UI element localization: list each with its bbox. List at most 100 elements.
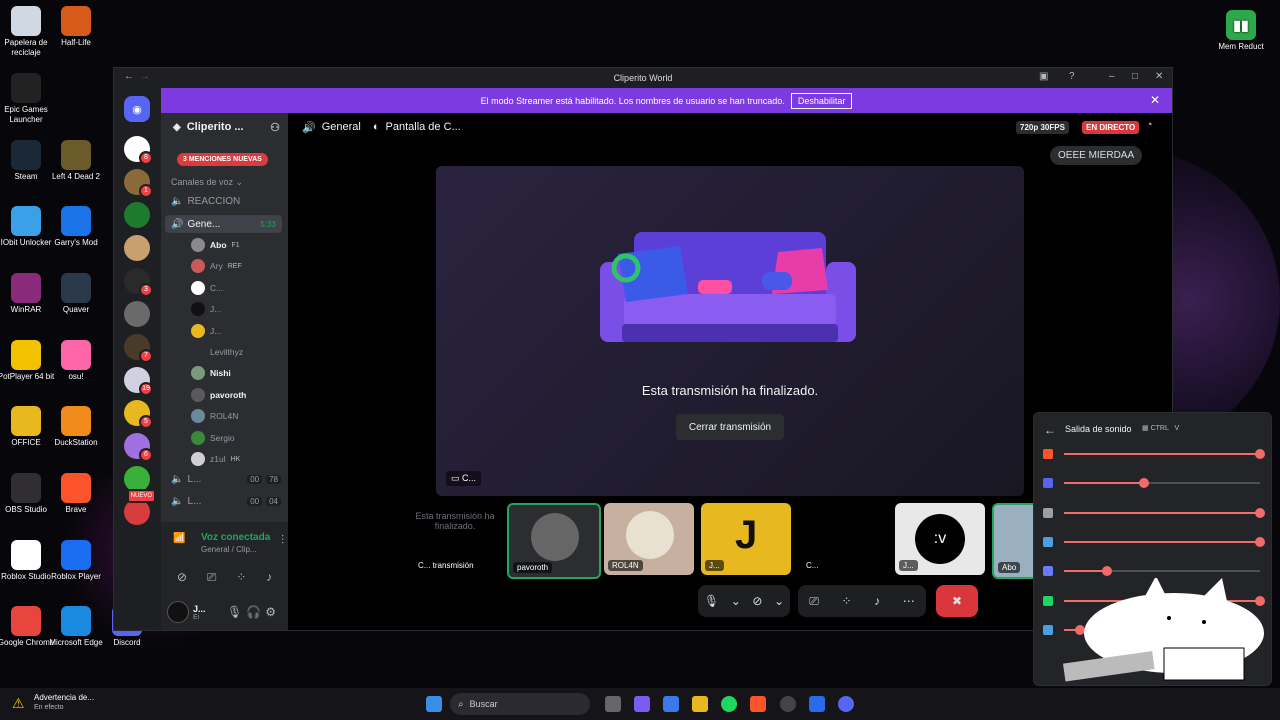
- volume-knob[interactable]: [1255, 449, 1265, 459]
- file-explorer-icon[interactable]: [692, 696, 708, 712]
- server-icon[interactable]: 6: [124, 433, 153, 462]
- screen-share-icon[interactable]: ⎚: [207, 570, 217, 590]
- server-icon[interactable]: 1: [124, 169, 153, 198]
- microphone-icon[interactable]: 🎙: [704, 594, 719, 608]
- server-icon[interactable]: [124, 202, 150, 228]
- volume-slider[interactable]: [1064, 449, 1265, 459]
- server-icon[interactable]: 7: [124, 334, 153, 363]
- desktop-icon[interactable]: Left 4 Dead 2: [47, 140, 105, 182]
- voice-user[interactable]: z1ul HK: [191, 450, 281, 468]
- server-icon[interactable]: [124, 235, 150, 261]
- server-icon[interactable]: [124, 301, 150, 327]
- server-icon[interactable]: 3: [124, 268, 153, 297]
- volume-slider[interactable]: [1064, 536, 1265, 547]
- call-channel-name[interactable]: General: [322, 121, 361, 133]
- voice-user[interactable]: Ary REF: [191, 257, 281, 275]
- spotify-icon[interactable]: [721, 696, 737, 712]
- avatar[interactable]: [167, 601, 189, 623]
- voice-channel[interactable]: 🔈 L... 00 04: [171, 496, 281, 507]
- voice-channel[interactable]: 🔈 L... 00 78: [171, 474, 281, 485]
- desktop-icon[interactable]: Garry's Mod: [47, 206, 105, 248]
- server-icon[interactable]: NUEVO: [124, 489, 156, 525]
- voice-user[interactable]: J...: [191, 300, 281, 318]
- desktop-icon[interactable]: Epic Games Launcher: [0, 73, 55, 125]
- viewers-icon[interactable]: ◔: [1146, 119, 1153, 131]
- voice-user[interactable]: J...: [191, 322, 281, 340]
- headphones-icon[interactable]: 🎧: [246, 605, 261, 619]
- participant-tile[interactable]: :v J...: [895, 503, 985, 575]
- voice-user[interactable]: Abo F1: [191, 236, 281, 254]
- voice-channel-path[interactable]: General / Clip...: [201, 545, 257, 554]
- discord-icon[interactable]: [838, 696, 854, 712]
- back-arrow-icon[interactable]: ←: [1044, 423, 1056, 437]
- desktop-icon[interactable]: Microsoft Edge: [47, 606, 105, 648]
- store-icon[interactable]: [663, 696, 679, 712]
- volume-knob[interactable]: [1139, 478, 1150, 489]
- close-stream-button[interactable]: Cerrar transmisión: [676, 414, 784, 440]
- leave-call-button[interactable]: ✖: [936, 585, 978, 617]
- camera-off-icon[interactable]: ⊘: [177, 570, 187, 590]
- settings-gear-icon[interactable]: ⚙: [265, 605, 276, 619]
- app-icon[interactable]: [809, 696, 825, 712]
- new-mentions-pill[interactable]: 3 MENCIONES NUEVAS: [177, 153, 268, 166]
- add-user-icon[interactable]: ⚇: [270, 121, 280, 134]
- disable-streamer-mode-button[interactable]: Deshabilitar: [790, 92, 853, 109]
- close-banner-icon[interactable]: ✕: [1150, 93, 1160, 107]
- server-icon[interactable]: 8: [124, 136, 153, 165]
- close-window-button[interactable]: ✕: [1155, 71, 1163, 82]
- participant-tile[interactable]: C...: [798, 503, 888, 575]
- participant-tile[interactable]: ROL4N: [604, 503, 694, 575]
- voice-user[interactable]: Nishi: [191, 364, 281, 382]
- help-icon[interactable]: ?: [1069, 71, 1075, 82]
- soundboard-icon[interactable]: ♪: [266, 570, 272, 590]
- activities-icon[interactable]: ⁘: [236, 570, 246, 590]
- channel-reaccion[interactable]: 🔈 REACCION: [171, 196, 240, 207]
- voice-user[interactable]: Sergio: [191, 429, 281, 447]
- inbox-icon[interactable]: ▣: [1039, 71, 1048, 82]
- channel-general[interactable]: 🔊 Gene... 5:33: [165, 215, 282, 233]
- voice-user[interactable]: ROL4N: [191, 407, 281, 425]
- microphone-icon[interactable]: 🎙: [227, 605, 242, 619]
- participant-tile[interactable]: J J...: [701, 503, 791, 575]
- soundboard-icon[interactable]: ♪: [874, 594, 880, 608]
- desktop-icon[interactable]: DuckStation: [47, 406, 105, 448]
- desktop-icon[interactable]: Roblox Player: [47, 540, 105, 582]
- voice-user[interactable]: Levilthyz: [191, 343, 281, 361]
- discord-home-icon[interactable]: ◉: [124, 96, 150, 122]
- camera-off-icon[interactable]: ⊘: [752, 594, 762, 608]
- steam-icon[interactable]: [780, 696, 796, 712]
- noise-icon[interactable]: ⫶: [281, 533, 284, 548]
- server-icon[interactable]: 5: [124, 400, 153, 429]
- warning-notification[interactable]: ⚠ Advertencia de... En efecto: [12, 693, 94, 712]
- screen-share-icon[interactable]: ⎚: [809, 594, 819, 609]
- volume-slider[interactable]: [1064, 507, 1265, 518]
- status-chip[interactable]: OEEE MIERDAA: [1050, 146, 1143, 165]
- desktop-icon[interactable]: Quaver: [47, 273, 105, 315]
- server-icon[interactable]: 19: [124, 367, 153, 396]
- task-view-icon[interactable]: [605, 696, 621, 712]
- taskbar-search[interactable]: ⌕ Buscar: [450, 693, 590, 715]
- brave-icon[interactable]: [750, 696, 766, 712]
- minimize-button[interactable]: –: [1109, 71, 1115, 82]
- activities-icon[interactable]: ⁘: [841, 594, 851, 608]
- start-menu-icon[interactable]: [426, 696, 442, 712]
- chevron-down-icon[interactable]: ⌄: [774, 594, 784, 608]
- participant-tile[interactable]: Esta transmisión ha finalizado. C... tran…: [410, 503, 500, 575]
- volume-knob[interactable]: [1102, 566, 1113, 577]
- desktop-icon[interactable]: Brave: [47, 473, 105, 515]
- volume-knob[interactable]: [1255, 536, 1265, 547]
- voice-user[interactable]: C...: [191, 279, 281, 297]
- participant-tile[interactable]: pavoroth: [507, 503, 601, 579]
- desktop-icon[interactable]: osu!: [47, 340, 105, 382]
- chevron-down-icon[interactable]: ⌄: [731, 594, 741, 608]
- volume-knob[interactable]: [1255, 507, 1265, 518]
- desktop-icon-mem-reduct[interactable]: ▮▮ Mem Reduct: [1212, 10, 1270, 52]
- maximize-button[interactable]: □: [1132, 71, 1138, 82]
- more-icon[interactable]: ⋯: [903, 594, 915, 608]
- volume-slider[interactable]: [1064, 566, 1260, 577]
- desktop-icon[interactable]: Half-Life: [47, 6, 105, 48]
- copilot-icon[interactable]: [634, 696, 650, 712]
- voice-category[interactable]: Canales de voz ⌄: [171, 177, 243, 188]
- voice-user[interactable]: pavoroth: [191, 386, 281, 404]
- volume-slider[interactable]: [1064, 478, 1260, 489]
